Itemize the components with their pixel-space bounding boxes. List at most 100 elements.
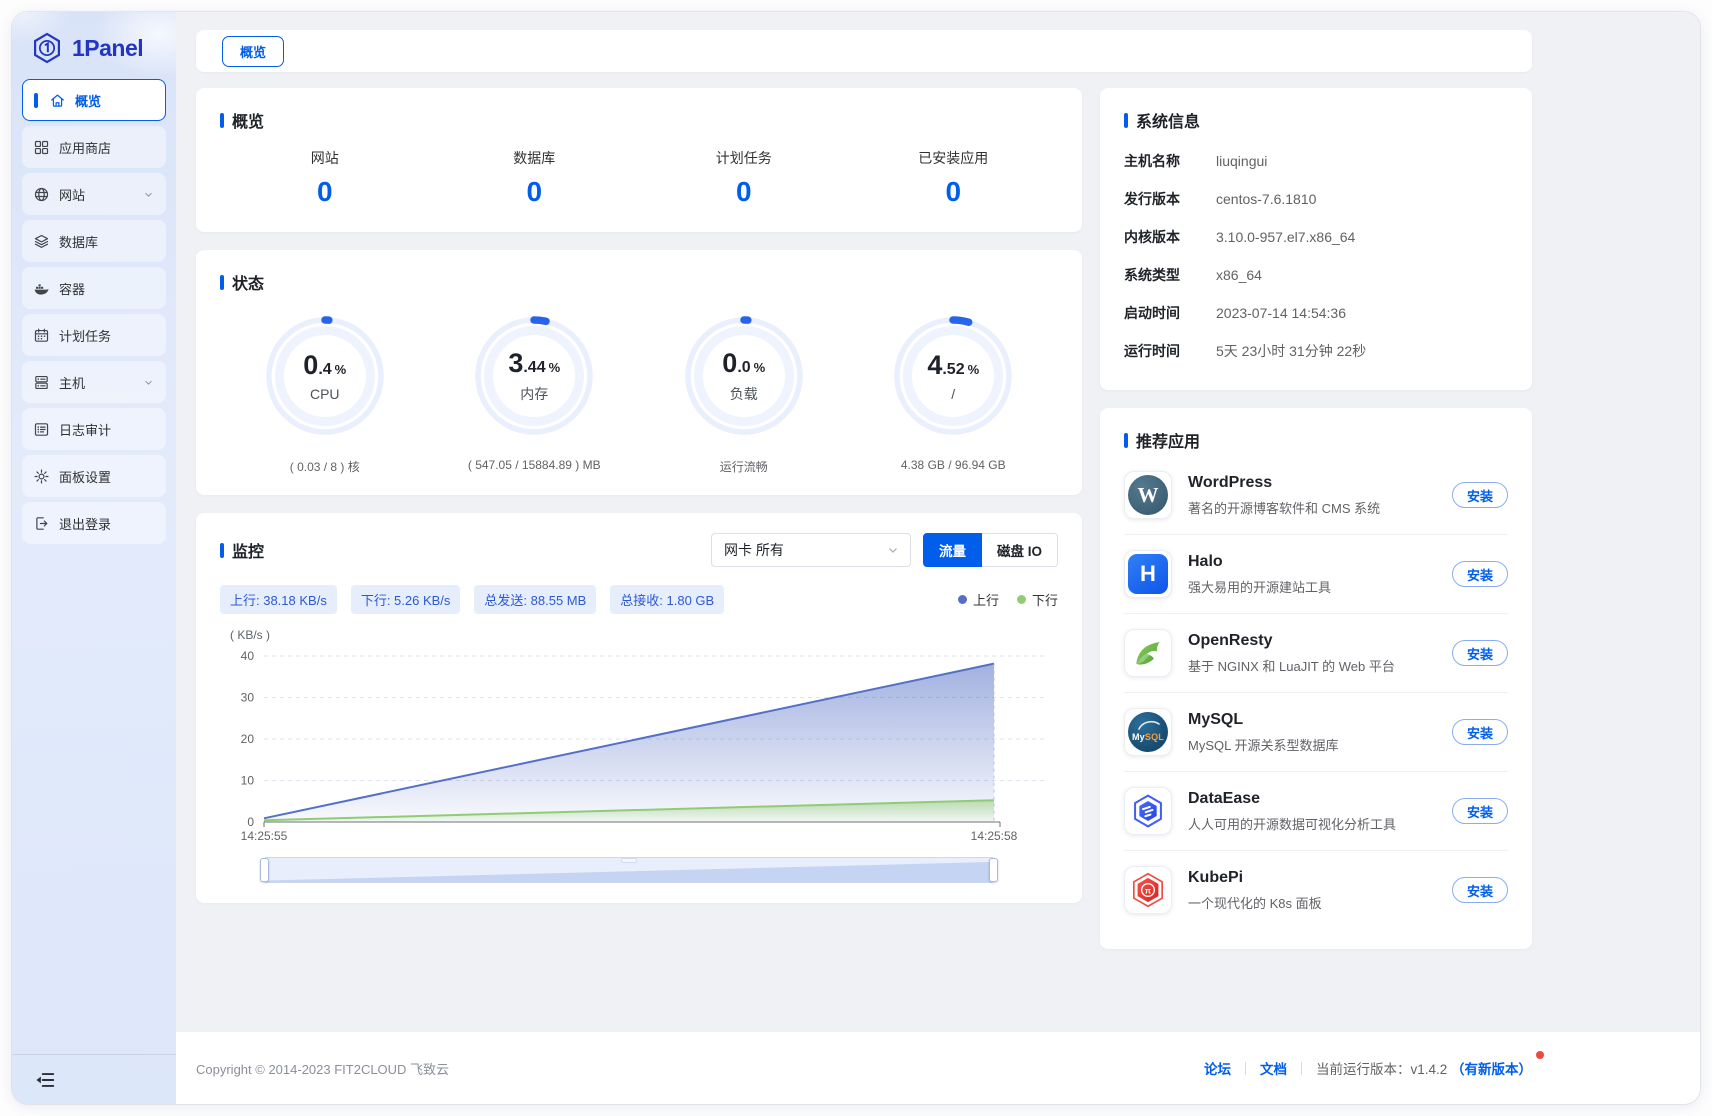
system-info-rows: 主机名称 liuqingui发行版本 centos-7.6.1810内核版本 3… [1124, 142, 1508, 370]
toggle-disk-io-button[interactable]: 磁盘 IO [982, 533, 1058, 567]
info-value: 5天 23小时 31分钟 22秒 [1216, 341, 1508, 361]
app-description: 基于 NGINX 和 LuaJIT 的 Web 平台 [1188, 656, 1395, 675]
new-version-link[interactable]: （有新版本） [1451, 1062, 1532, 1077]
grid-icon [33, 139, 50, 156]
title-accent-bar [220, 113, 224, 128]
stat-installed-apps: 已安装应用 0 [849, 148, 1059, 208]
install-wordpress-button[interactable]: 安装 [1452, 482, 1508, 508]
stat-cronjobs: 计划任务 0 [639, 148, 849, 208]
info-value: x86_64 [1216, 267, 1508, 283]
nic-select[interactable]: 网卡 所有 [711, 533, 911, 567]
legend-item[interactable]: 下行 [1017, 590, 1058, 609]
chip-down-speed: 下行: 5.26 KB/s [351, 585, 461, 614]
info-row: 主机名称 liuqingui [1124, 142, 1508, 180]
sidebar-item-overview[interactable]: 概览 [22, 79, 166, 121]
svg-text:30: 30 [241, 691, 255, 705]
datazoom-left-handle[interactable] [260, 858, 269, 882]
app-description: MySQL 开源关系型数据库 [1188, 735, 1338, 754]
sidebar-item-logs[interactable]: 日志审计 [22, 408, 166, 450]
docs-link[interactable]: 文档 [1260, 1058, 1287, 1078]
monitor-controls: 网卡 所有 流量磁盘 IO [711, 533, 1058, 567]
app-description: 著名的开源博客软件和 CMS 系统 [1188, 498, 1380, 517]
sidebar-item-logout[interactable]: 退出登录 [22, 502, 166, 544]
gauge-label: 负载 [730, 384, 758, 404]
legend-item[interactable]: 上行 [958, 590, 999, 609]
system-info-card: 系统信息 主机名称 liuqingui发行版本 centos-7.6.1810内… [1100, 88, 1532, 390]
sidebar-item-label: 主机 [59, 373, 85, 392]
datazoom-right-handle[interactable] [989, 858, 998, 882]
forum-link[interactable]: 论坛 [1204, 1058, 1231, 1078]
collapse-menu-button[interactable] [34, 1069, 56, 1091]
gauge-detail: 运行流畅 [720, 458, 768, 475]
datazoom-grip[interactable] [621, 858, 637, 863]
gauge-value: 0.0% [722, 348, 765, 379]
app-row-halo: H Halo 强大易用的开源建站工具 安装 [1124, 535, 1508, 614]
stat-label: 数据库 [430, 148, 640, 168]
sidebar-item-app-store[interactable]: 应用商店 [22, 126, 166, 168]
traffic-chips: 上行: 38.18 KB/s下行: 5.26 KB/s总发送: 88.55 MB… [220, 585, 724, 614]
install-kubepi-button[interactable]: 安装 [1452, 877, 1508, 903]
workspace: 概览 概览 网站 0数据库 0计划任务 0已安装应用 0 [176, 12, 1700, 1032]
overview-card: 概览 网站 0数据库 0计划任务 0已安装应用 0 [196, 88, 1082, 232]
info-label: 启动时间 [1124, 303, 1216, 323]
install-mysql-button[interactable]: 安装 [1452, 719, 1508, 745]
info-row: 启动时间 2023-07-14 14:54:36 [1124, 294, 1508, 332]
recommended-apps-title: 推荐应用 [1124, 428, 1508, 452]
gauge-detail: ( 0.03 / 8 ) 核 [290, 458, 360, 475]
info-row: 系统类型 x86_64 [1124, 256, 1508, 294]
sidebar-footer [12, 1054, 176, 1104]
stat-value: 0 [849, 176, 1059, 208]
svg-text:40: 40 [241, 649, 255, 663]
sidebar-item-container[interactable]: 容器 [22, 267, 166, 309]
install-openresty-button[interactable]: 安装 [1452, 640, 1508, 666]
sidebar-item-label: 概览 [75, 91, 101, 110]
title-accent-bar [220, 275, 224, 290]
sidebar-item-label: 数据库 [59, 232, 98, 251]
server-icon [33, 374, 50, 391]
footer: Copyright © 2014-2023 FIT2CLOUD 飞致云 论坛 文… [176, 1032, 1700, 1104]
install-dataease-button[interactable]: 安装 [1452, 798, 1508, 824]
gauge-detail: 4.38 GB / 96.94 GB [901, 458, 1006, 472]
title-accent-bar [1124, 113, 1128, 128]
app-row-dataease: DataEase 人人可用的开源数据可视化分析工具 安装 [1124, 772, 1508, 851]
legend-dot [1017, 595, 1026, 604]
active-indicator-bar [34, 93, 38, 108]
sidebar-item-database[interactable]: 数据库 [22, 220, 166, 262]
wordpress-icon: W [1124, 471, 1172, 519]
gauge-detail: ( 547.05 / 15884.89 ) MB [468, 458, 601, 472]
app-row-kubepi: π KubePi 一个现代化的 K8s 面板 安装 [1124, 851, 1508, 929]
info-label: 发行版本 [1124, 189, 1216, 209]
divider [1301, 1062, 1302, 1075]
sidebar-item-host[interactable]: 主机 [22, 361, 166, 403]
tab-bar: 概览 [196, 30, 1532, 72]
overview-stats: 网站 0数据库 0计划任务 0已安装应用 0 [220, 148, 1058, 212]
toggle-traffic-button[interactable]: 流量 [923, 533, 982, 567]
info-label: 主机名称 [1124, 151, 1216, 171]
sidebar-item-website[interactable]: 网站 [22, 173, 166, 215]
sidebar-item-label: 面板设置 [59, 467, 111, 486]
sidebar-item-settings[interactable]: 面板设置 [22, 455, 166, 497]
info-label: 内核版本 [1124, 227, 1216, 247]
version-info: 当前运行版本：v1.4.2 （有新版本） [1316, 1058, 1532, 1078]
stat-websites: 网站 0 [220, 148, 430, 208]
openresty-icon [1124, 629, 1172, 677]
app-row-mysql: MySQL MySQL MySQL 开源关系型数据库 安装 [1124, 693, 1508, 772]
recommended-apps-list: W WordPress 著名的开源博客软件和 CMS 系统 安装H Halo 强… [1124, 456, 1508, 929]
app-name: OpenResty [1188, 632, 1395, 650]
copyright-text: Copyright © 2014-2023 FIT2CLOUD 飞致云 [196, 1059, 449, 1078]
chart-datazoom-slider[interactable] [264, 857, 994, 883]
install-halo-button[interactable]: 安装 [1452, 561, 1508, 587]
home-icon [49, 92, 66, 109]
divider [1245, 1062, 1246, 1075]
info-value: 2023-07-14 14:54:36 [1216, 305, 1508, 321]
app-name: KubePi [1188, 869, 1322, 887]
sidebar-item-cronjob[interactable]: 计划任务 [22, 314, 166, 356]
app-name: DataEase [1188, 790, 1396, 808]
left-column: 概览 网站 0数据库 0计划任务 0已安装应用 0 状态 [196, 88, 1082, 903]
tab-overview[interactable]: 概览 [222, 36, 284, 67]
mysql-icon: MySQL [1124, 708, 1172, 756]
current-version-text: 当前运行版本：v1.4.2 [1316, 1062, 1447, 1077]
info-row: 运行时间 5天 23小时 31分钟 22秒 [1124, 332, 1508, 370]
gauge-value: 0.4% [303, 350, 346, 381]
status-gauges: 0.4% CPU ( 0.03 / 8 ) 核 3.44% 内存 ( 547.0… [220, 314, 1058, 475]
